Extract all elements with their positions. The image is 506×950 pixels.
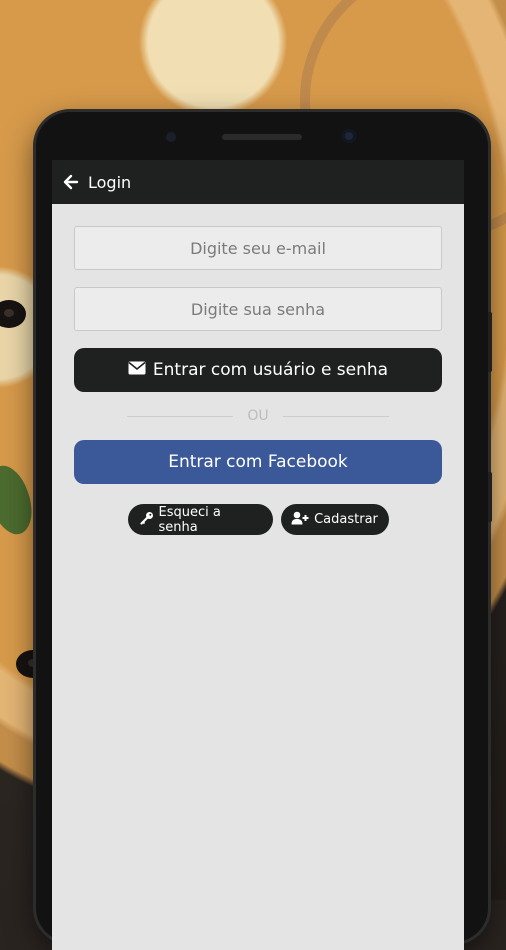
key-icon	[139, 511, 154, 529]
phone-frame: Login Entrar com usuário e senha OU	[36, 112, 492, 950]
facebook-button-label: Entrar com Facebook	[168, 452, 348, 472]
arrow-left-icon[interactable]	[62, 173, 80, 191]
login-button[interactable]: Entrar com usuário e senha	[74, 348, 442, 392]
login-form: Entrar com usuário e senha OU Entrar com…	[52, 204, 464, 535]
secondary-actions: Esqueci a senha Cadastrar	[74, 504, 442, 535]
divider-line	[127, 415, 234, 417]
volume-button	[488, 312, 492, 372]
register-button[interactable]: Cadastrar	[280, 504, 389, 535]
app-screen: Login Entrar com usuário e senha OU	[52, 160, 464, 950]
forgot-password-label: Esqueci a senha	[158, 504, 221, 535]
page-title: Login	[88, 172, 132, 192]
forgot-password-button[interactable]: Esqueci a senha	[127, 504, 273, 535]
front-sensor	[166, 132, 176, 142]
facebook-login-button[interactable]: Entrar com Facebook	[74, 440, 442, 484]
divider-line	[282, 415, 389, 417]
register-label: Cadastrar	[314, 512, 378, 527]
front-camera	[342, 129, 356, 143]
user-plus-icon	[291, 511, 309, 529]
divider-text: OU	[247, 408, 269, 424]
earpiece-speaker	[222, 134, 302, 140]
login-button-label: Entrar com usuário e senha	[152, 360, 389, 380]
password-field[interactable]	[74, 287, 442, 331]
or-divider: OU	[74, 408, 442, 424]
power-button	[488, 472, 492, 522]
email-field[interactable]	[74, 226, 442, 270]
envelope-icon	[128, 360, 146, 380]
app-bar: Login	[52, 160, 464, 204]
